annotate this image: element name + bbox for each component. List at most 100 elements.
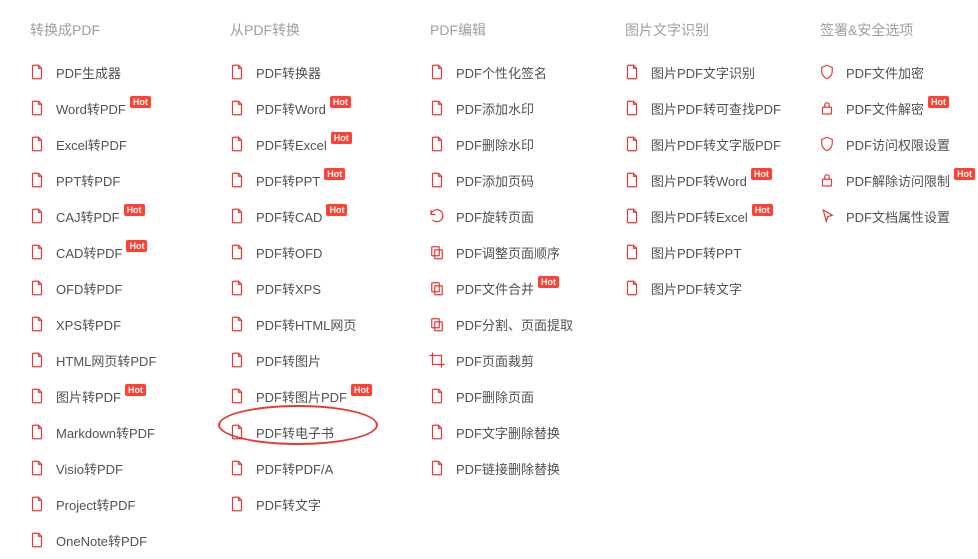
- menu-item-label: PDF转CAD: [256, 207, 322, 226]
- hot-badge: Hot: [954, 168, 975, 180]
- menu-item-label: PDF转图片: [256, 351, 321, 370]
- menu-item[interactable]: PDF调整页面顺序: [428, 234, 603, 270]
- menu-item[interactable]: PDF访问权限设置: [818, 126, 978, 162]
- file-icon: [228, 171, 246, 189]
- menu-item[interactable]: 图片PDF转可查找PDF: [623, 90, 798, 126]
- file-icon: [228, 315, 246, 333]
- menu-item-label: PDF转XPS: [256, 279, 321, 298]
- file-icon: [623, 243, 641, 261]
- menu-item[interactable]: PDF转OFD: [228, 234, 408, 270]
- menu-item-label: PDF文档属性设置: [846, 207, 950, 226]
- menu-item[interactable]: PDF个性化签名: [428, 54, 603, 90]
- file-icon: [228, 423, 246, 441]
- menu-item[interactable]: CAJ转PDFHot: [28, 198, 208, 234]
- menu-item[interactable]: Visio转PDF: [28, 450, 208, 486]
- menu-item[interactable]: Excel转PDF: [28, 126, 208, 162]
- menu-item[interactable]: 图片PDF文字识别: [623, 54, 798, 90]
- menu-item[interactable]: Project转PDF: [28, 486, 208, 522]
- menu-item[interactable]: 图片PDF转WordHot: [623, 162, 798, 198]
- file-icon: [623, 63, 641, 81]
- menu-item[interactable]: PDF分割、页面提取: [428, 306, 603, 342]
- file-icon: [428, 135, 446, 153]
- menu-item-label: PDF转Excel: [256, 135, 327, 154]
- column-3: 图片文字识别图片PDF文字识别图片PDF转可查找PDF图片PDF转文字版PDF图…: [623, 20, 798, 558]
- menu-item[interactable]: PDF转图片: [228, 342, 408, 378]
- menu-item[interactable]: PDF生成器: [28, 54, 208, 90]
- menu-item[interactable]: OFD转PDF: [28, 270, 208, 306]
- menu-item[interactable]: PDF文字删除替换: [428, 414, 603, 450]
- menu-item-label: XPS转PDF: [56, 315, 121, 334]
- menu-item[interactable]: 图片转PDFHot: [28, 378, 208, 414]
- menu-item[interactable]: PDF转PDF/A: [228, 450, 408, 486]
- menu-item[interactable]: PDF转WordHot: [228, 90, 408, 126]
- menu-item-label: HTML网页转PDF: [56, 351, 156, 370]
- menu-item[interactable]: PDF转ExcelHot: [228, 126, 408, 162]
- menu-item-label: PDF文件合并: [456, 279, 534, 298]
- file-icon: [228, 207, 246, 225]
- menu-item[interactable]: HTML网页转PDF: [28, 342, 208, 378]
- menu-item[interactable]: 图片PDF转文字版PDF: [623, 126, 798, 162]
- hot-badge: Hot: [126, 240, 147, 252]
- file-icon: [28, 495, 46, 513]
- menu-item-label: PDF转Word: [256, 99, 326, 118]
- menu-item[interactable]: PDF转图片PDFHot: [228, 378, 408, 414]
- menu-item[interactable]: PDF旋转页面: [428, 198, 603, 234]
- menu-item[interactable]: XPS转PDF: [28, 306, 208, 342]
- file-icon: [428, 243, 446, 261]
- file-icon: [623, 135, 641, 153]
- menu-item[interactable]: Markdown转PDF: [28, 414, 208, 450]
- menu-item-label: PDF删除页面: [456, 387, 534, 406]
- menu-item[interactable]: PDF链接删除替换: [428, 450, 603, 486]
- menu-item[interactable]: PDF转文字: [228, 486, 408, 522]
- file-icon: [28, 99, 46, 117]
- menu-item[interactable]: PDF转XPS: [228, 270, 408, 306]
- menu-item[interactable]: PPT转PDF: [28, 162, 208, 198]
- menu-item[interactable]: OneNote转PDF: [28, 522, 208, 558]
- menu-item[interactable]: PDF添加页码: [428, 162, 603, 198]
- menu-item[interactable]: PDF文件解密Hot: [818, 90, 978, 126]
- column-header: 从PDF转换: [228, 20, 408, 40]
- menu-item[interactable]: PDF转PPT Hot: [228, 162, 408, 198]
- hot-badge: Hot: [324, 168, 345, 180]
- file-icon: [228, 135, 246, 153]
- menu-item-label: PDF转PPT: [256, 171, 320, 190]
- file-icon: [228, 279, 246, 297]
- menu-item[interactable]: PDF解除访问限制 Hot: [818, 162, 978, 198]
- menu-item[interactable]: PDF页面裁剪: [428, 342, 603, 378]
- menu-item[interactable]: PDF文件加密: [818, 54, 978, 90]
- menu-item[interactable]: 图片PDF转ExcelHot: [623, 198, 798, 234]
- file-icon: [228, 63, 246, 81]
- menu-item[interactable]: PDF文件合并Hot: [428, 270, 603, 306]
- menu-item[interactable]: PDF转CAD Hot: [228, 198, 408, 234]
- menu-item[interactable]: PDF文档属性设置: [818, 198, 978, 234]
- menu-item-label: Excel转PDF: [56, 135, 127, 154]
- hot-badge: Hot: [124, 204, 145, 216]
- menu-item[interactable]: PDF添加水印: [428, 90, 603, 126]
- menu-item[interactable]: PDF转HTML网页: [228, 306, 408, 342]
- file-icon: [428, 387, 446, 405]
- menu-item-label: PDF调整页面顺序: [456, 243, 560, 262]
- file-icon: [428, 171, 446, 189]
- file-icon: [28, 387, 46, 405]
- menu-item-label: PDF页面裁剪: [456, 351, 534, 370]
- hot-badge: Hot: [928, 96, 949, 108]
- column-1: 从PDF转换PDF转换器PDF转WordHotPDF转ExcelHotPDF转P…: [228, 20, 408, 558]
- menu-item[interactable]: PDF删除水印: [428, 126, 603, 162]
- menu-item[interactable]: CAD转PDF Hot: [28, 234, 208, 270]
- menu-item[interactable]: PDF转换器: [228, 54, 408, 90]
- menu-item[interactable]: PDF转电子书: [228, 414, 408, 450]
- menu-item-label: Word转PDF: [56, 99, 126, 118]
- menu-item[interactable]: 图片PDF转文字: [623, 270, 798, 306]
- menu-item-label: 图片PDF转Excel: [651, 207, 748, 226]
- menu-item[interactable]: Word转PDFHot: [28, 90, 208, 126]
- hot-badge: Hot: [751, 168, 772, 180]
- menu-item-label: CAD转PDF: [56, 243, 122, 262]
- file-icon: [818, 135, 836, 153]
- menu-item[interactable]: PDF删除页面: [428, 378, 603, 414]
- menu-item[interactable]: 图片PDF转PPT: [623, 234, 798, 270]
- menu-item-label: 图片转PDF: [56, 387, 121, 406]
- hot-badge: Hot: [326, 204, 347, 216]
- menu-item-label: PDF解除访问限制: [846, 171, 950, 190]
- file-icon: [428, 315, 446, 333]
- menu-item-label: PDF旋转页面: [456, 207, 534, 226]
